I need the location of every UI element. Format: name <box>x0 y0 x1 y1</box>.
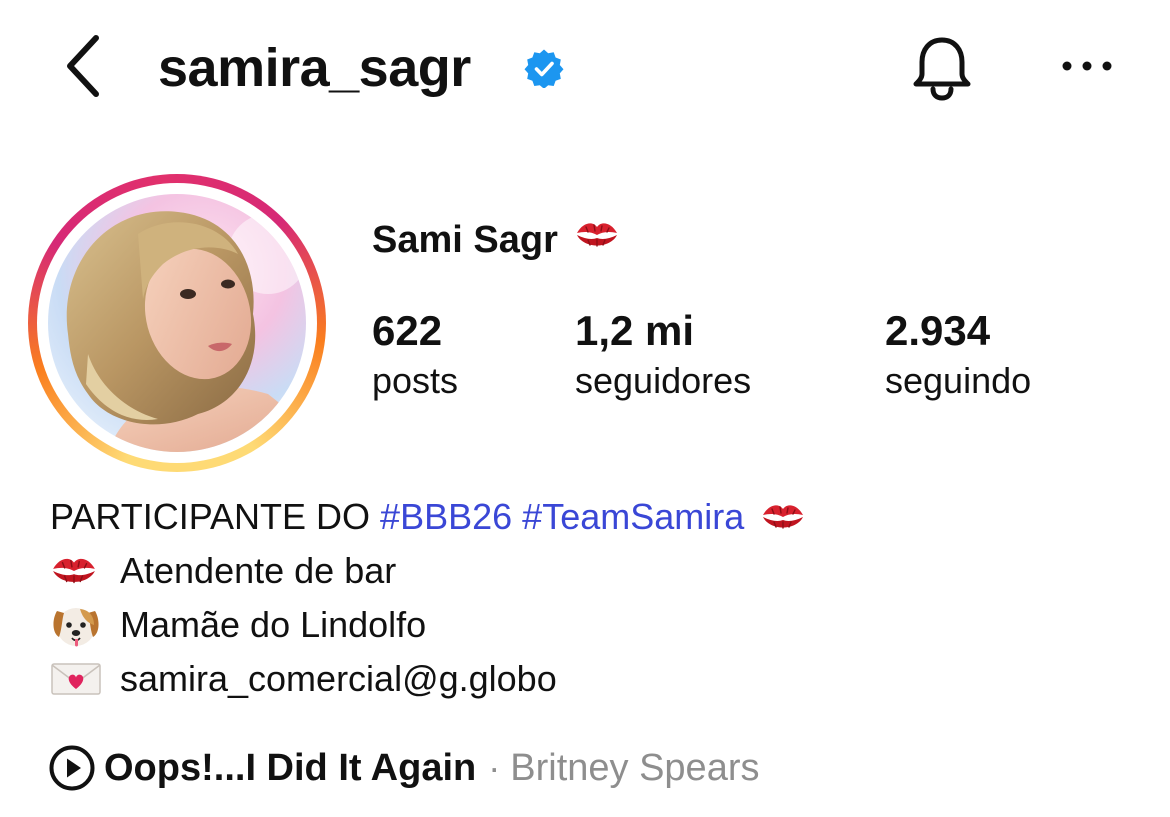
bio-line-2: Atendente de bar <box>50 544 1130 598</box>
love-letter-icon <box>50 652 104 706</box>
back-button[interactable] <box>52 28 116 104</box>
followers-count: 1,2 mi <box>575 307 695 354</box>
bio-line-1-text: PARTICIPANTE DO <box>50 496 381 537</box>
bio-line-2-text: Atendente de bar <box>120 550 397 591</box>
bio-line-3-text: Mamãe do Lindolfo <box>120 604 427 645</box>
stat-followers[interactable]: 1,2 mi seguidores <box>575 306 751 406</box>
profile-display-name: Sami Sagr <box>372 216 620 264</box>
kiss-mark-icon <box>574 216 620 264</box>
bio-line-3: Mamãe do Lindolfo <box>50 598 1130 652</box>
story-ring[interactable] <box>28 174 326 472</box>
following-label: seguindo <box>885 360 1032 401</box>
posts-label: posts <box>372 360 459 401</box>
following-count: 2.934 <box>885 307 991 354</box>
more-horizontal-icon <box>1062 61 1112 71</box>
kiss-mark-icon <box>50 544 104 598</box>
hashtag-bbb26-link[interactable]: #BBB26 <box>380 490 512 544</box>
stat-following[interactable]: 2.934 seguindo <box>885 306 1031 406</box>
kiss-mark-icon <box>760 500 806 534</box>
contact-email-link[interactable]: samira_comercial@g.globo <box>120 652 557 706</box>
music-separator: · <box>488 747 501 788</box>
profile-avatar[interactable] <box>48 194 306 452</box>
avatar-photo <box>48 194 306 452</box>
stat-posts[interactable]: 622 posts <box>372 306 458 406</box>
music-song-title[interactable]: Oops!...I Did It Again <box>104 742 476 794</box>
verified-badge-icon <box>524 49 564 88</box>
more-options-button[interactable] <box>1052 40 1122 92</box>
dog-face-icon <box>50 598 104 652</box>
profile-bio: PARTICIPANTE DO #BBB26 #TeamSamira Atend… <box>50 490 1130 706</box>
chevron-left-icon <box>67 35 99 97</box>
bio-line-1: PARTICIPANTE DO #BBB26 #TeamSamira <box>50 490 1130 544</box>
bell-icon <box>913 37 971 101</box>
profile-music[interactable]: Oops!...I Did It Again · Britney Spears <box>48 742 759 794</box>
display-name-text: Sami Sagr <box>372 219 558 261</box>
music-artist[interactable]: Britney Spears <box>510 742 759 794</box>
bio-line-4: samira_comercial@g.globo <box>50 652 1130 706</box>
notifications-bell-button[interactable] <box>904 28 980 108</box>
followers-label: seguidores <box>575 360 752 401</box>
profile-username: samira_sagr <box>158 38 471 98</box>
posts-count: 622 <box>372 307 443 354</box>
play-circle-icon[interactable] <box>48 744 96 792</box>
profile-header: samira_sagr <box>0 0 1170 140</box>
hashtag-teamsamira-link[interactable]: #TeamSamira <box>522 490 744 544</box>
